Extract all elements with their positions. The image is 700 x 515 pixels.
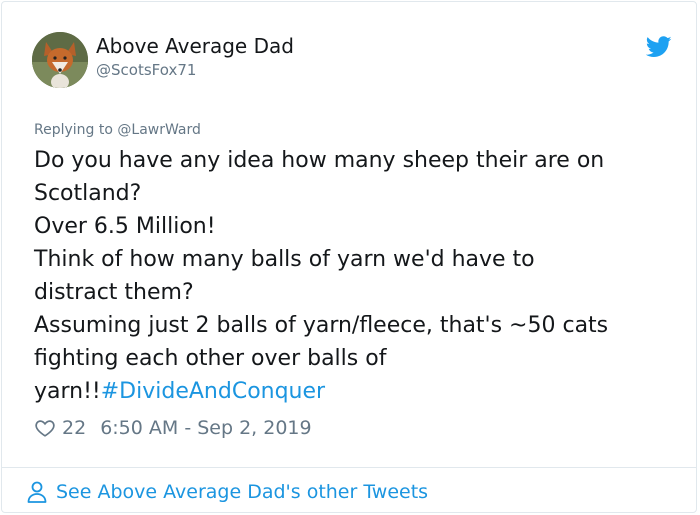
tweet-timestamp[interactable]: 6:50 AM - Sep 2, 2019 — [100, 417, 311, 439]
tweet-header: Above Average Dad @ScotsFox71 — [32, 32, 672, 92]
see-other-tweets-link[interactable]: See Above Average Dad's other Tweets — [26, 478, 428, 506]
divider — [2, 467, 696, 468]
replying-to-handle-link[interactable]: @LawrWard — [117, 122, 201, 138]
tweet-meta: 22 6:50 AM - Sep 2, 2019 — [34, 415, 312, 441]
avatar[interactable] — [32, 32, 88, 88]
tweet-line: Do you have any idea how many sheep thei… — [34, 148, 605, 173]
fox-avatar-icon — [32, 32, 88, 88]
heart-icon[interactable] — [34, 417, 56, 439]
twitter-bird-icon[interactable] — [646, 36, 672, 58]
tweet-line-text: yarn!! — [34, 379, 101, 404]
tweet-line: Over 6.5 Million! — [34, 214, 216, 239]
like-count: 22 — [62, 417, 87, 439]
author-names: Above Average Dad @ScotsFox71 — [96, 34, 294, 80]
tweet-text: Do you have any idea how many sheep thei… — [34, 144, 674, 408]
tweet-line: fighting each other over balls of — [34, 346, 387, 371]
author-handle[interactable]: @ScotsFox71 — [96, 60, 294, 80]
person-icon — [27, 481, 47, 503]
tweet-card: Above Average Dad @ScotsFox71 Replying t… — [1, 1, 697, 513]
see-other-tweets-label: See Above Average Dad's other Tweets — [56, 481, 429, 503]
replying-to: Replying to @LawrWard — [34, 122, 201, 138]
hashtag-link[interactable]: #DivideAndConquer — [101, 379, 325, 404]
tweet-line: Assuming just 2 balls of yarn/fleece, th… — [34, 313, 609, 338]
tweet-last-line: yarn!!#DivideAndConquer — [34, 375, 674, 408]
tweet-line: Scotland? — [34, 181, 142, 206]
author-display-name[interactable]: Above Average Dad — [96, 34, 294, 58]
tweet-line: distract them? — [34, 280, 194, 305]
tweet-line: Think of how many balls of yarn we'd hav… — [34, 247, 535, 272]
replying-to-prefix: Replying to — [34, 122, 118, 138]
